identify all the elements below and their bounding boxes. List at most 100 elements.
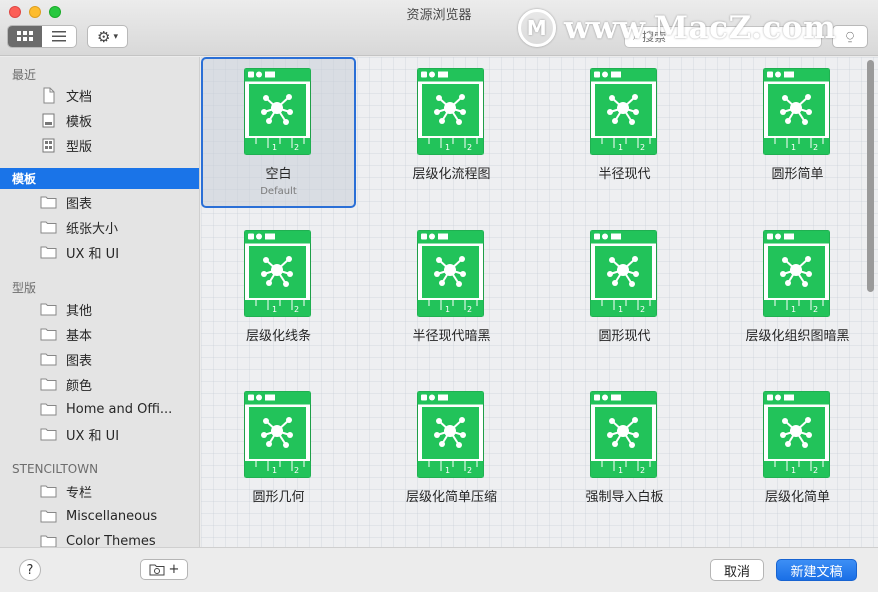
sidebar-item-ux-ui-stencil[interactable]: UX 和 UI xyxy=(40,423,119,445)
template-icon: 12 xyxy=(244,68,311,155)
template-grid: 1 2 空白 Default 1 2 层级化流程图 1 2 半径现代 1 2 圆形简单 1 2 层级化线条 1 2… xyxy=(201,57,878,547)
ruler-label-2: 2 xyxy=(294,305,299,314)
template-label: 圆形几何 xyxy=(252,490,305,505)
template-label: 圆形现代 xyxy=(598,329,651,344)
footer-bar: ? + 取消 新建文稿 xyxy=(0,547,878,592)
folder-icon xyxy=(40,303,57,316)
title-bar: 资源浏览器 ⚙ ▾ ⌕ ⍜ M xyxy=(0,0,878,56)
template-icon: 12 xyxy=(244,230,311,317)
folder-icon xyxy=(40,485,57,498)
sidebar-item-stencils[interactable]: 型版 xyxy=(40,134,92,156)
folder-icon xyxy=(40,353,57,366)
sidebar-item-basic[interactable]: 基本 xyxy=(40,323,92,345)
folder-icon xyxy=(40,378,57,391)
add-folder-button[interactable]: + xyxy=(140,559,188,580)
sidebar-section-recent: 最近 xyxy=(12,68,37,82)
ruler-label-2: 2 xyxy=(467,143,472,152)
template-icon: 12 xyxy=(590,68,657,155)
sidebar-item-color-themes[interactable]: Color Themes xyxy=(40,530,156,547)
template-tile[interactable]: 1 2 圆形简单 xyxy=(720,57,875,208)
template-tile[interactable]: 1 2 半径现代 xyxy=(547,57,702,208)
ruler-label-2: 2 xyxy=(640,466,645,475)
ruler-label-1: 1 xyxy=(445,466,450,475)
template-tile[interactable]: 1 2 层级化线条 xyxy=(201,219,356,370)
sidebar-item-columns[interactable]: 专栏 xyxy=(40,480,92,502)
template-tile[interactable]: 1 2 层级化流程图 xyxy=(374,57,529,208)
template-icon: 12 xyxy=(763,68,830,155)
watermark-text: www.MacZ.com xyxy=(564,10,837,46)
scrollbar-thumb[interactable] xyxy=(867,60,874,292)
template-tile[interactable]: 1 2 半径现代暗黑 xyxy=(374,219,529,370)
template-icon: 12 xyxy=(590,230,657,317)
ruler-label-1: 1 xyxy=(445,305,450,314)
ruler-label-2: 2 xyxy=(294,143,299,152)
document-icon xyxy=(43,87,55,103)
ruler-label-2: 2 xyxy=(640,143,645,152)
ruler-label-1: 1 xyxy=(791,143,796,152)
ruler-label-1: 1 xyxy=(618,305,623,314)
template-tile[interactable]: 1 2 强制导入白板 xyxy=(547,380,702,531)
sidebar-item-ux-ui[interactable]: UX 和 UI xyxy=(40,241,119,263)
ruler-label-1: 1 xyxy=(272,143,277,152)
template-tile[interactable]: 1 2 空白 Default xyxy=(201,57,356,208)
template-icon: 12 xyxy=(763,230,830,317)
sidebar-section-templates[interactable]: 模板 xyxy=(0,168,199,189)
sidebar-item-other[interactable]: 其他 xyxy=(40,298,92,320)
sidebar-item-templates[interactable]: 模板 xyxy=(40,109,92,131)
sidebar-item-charts-stencil[interactable]: 图表 xyxy=(40,348,92,370)
sidebar-item-home-office[interactable]: Home and Offi... xyxy=(40,398,172,420)
template-label: 圆形简单 xyxy=(771,167,824,182)
sidebar-item-colors[interactable]: 颜色 xyxy=(40,373,92,395)
template-tile[interactable]: 1 2 圆形现代 xyxy=(547,219,702,370)
sidebar-item-paper-size[interactable]: 纸张大小 xyxy=(40,216,118,238)
template-label: 层级化流程图 xyxy=(412,167,491,182)
folder-icon xyxy=(40,246,57,259)
template-label: 强制导入白板 xyxy=(585,490,664,505)
resource-browser-window: 资源浏览器 ⚙ ▾ ⌕ ⍜ M xyxy=(0,0,878,592)
template-tile[interactable]: 1 2 层级化简单压缩 xyxy=(374,380,529,531)
ruler-label-1: 1 xyxy=(791,305,796,314)
sidebar-section-stencils: 型版 xyxy=(12,281,37,295)
template-tile[interactable]: 1 2 层级化简单 xyxy=(720,380,875,531)
folder-add-icon xyxy=(149,564,165,576)
help-button[interactable]: ? xyxy=(19,559,41,581)
ruler-label-1: 1 xyxy=(618,143,623,152)
cancel-button[interactable]: 取消 xyxy=(710,559,764,581)
sidebar-item-miscellaneous[interactable]: Miscellaneous xyxy=(40,505,157,527)
list-icon xyxy=(52,31,66,42)
action-menu-button[interactable]: ⚙ ▾ xyxy=(87,25,128,48)
template-tile[interactable]: 1 2 圆形几何 xyxy=(201,380,356,531)
sidebar-item-documents[interactable]: 文档 xyxy=(40,84,92,106)
grid-view-button[interactable] xyxy=(8,26,42,47)
folder-icon xyxy=(40,221,57,234)
watermark: M www.MacZ.com xyxy=(518,8,836,48)
ruler-label-1: 1 xyxy=(272,466,277,475)
template-icon: 12 xyxy=(763,391,830,478)
template-label: 层级化简单压缩 xyxy=(405,490,497,505)
template-tile[interactable]: 1 2 层级化组织图暗黑 xyxy=(720,219,875,370)
template-label: 空白 xyxy=(265,167,292,182)
ruler-label-2: 2 xyxy=(813,143,818,152)
new-document-button[interactable]: 新建文稿 xyxy=(776,559,857,581)
ruler-label-2: 2 xyxy=(467,466,472,475)
watermark-logo: M xyxy=(518,9,556,47)
ruler-label-1: 1 xyxy=(445,143,450,152)
template-label: 层级化线条 xyxy=(245,329,311,344)
share-button[interactable]: ⍜ xyxy=(832,25,868,48)
stencil-icon xyxy=(42,138,55,152)
vertical-scrollbar[interactable] xyxy=(864,57,878,547)
list-view-button[interactable] xyxy=(42,26,76,47)
template-label: 半径现代暗黑 xyxy=(412,329,491,344)
ruler-label-1: 1 xyxy=(791,466,796,475)
ruler-label-2: 2 xyxy=(294,466,299,475)
folder-icon xyxy=(40,196,57,209)
sidebar: 最近 文档 模板 型版 模板 图表 纸张大小 UX 和 UI 型版 其他 基本 … xyxy=(0,57,200,547)
ruler-label-1: 1 xyxy=(618,466,623,475)
sidebar-section-stenciltown: STENCILTOWN xyxy=(12,462,99,476)
template-label: 半径现代 xyxy=(598,167,651,182)
folder-icon xyxy=(40,428,57,441)
chevron-down-icon: ▾ xyxy=(113,31,118,42)
sidebar-item-charts[interactable]: 图表 xyxy=(40,191,92,213)
template-icon xyxy=(42,113,55,127)
folder-icon xyxy=(40,403,57,416)
